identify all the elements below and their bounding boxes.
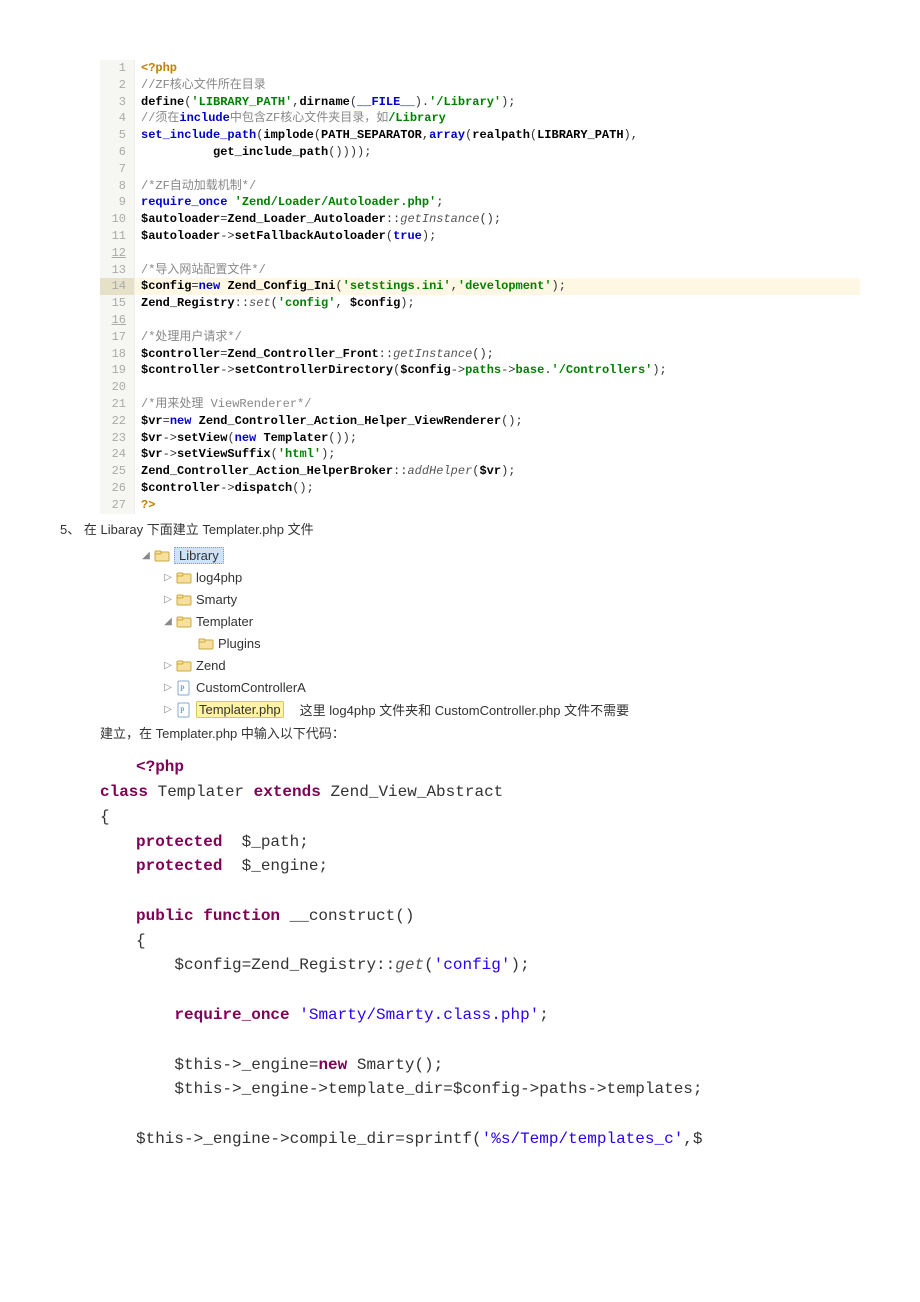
step-text: 在 Libaray 下面建立 Templater.php 文件 [84,522,314,537]
php-file-icon: P [176,701,192,718]
after-tree-text: 建立，在 Templater.php 中输入以下代码： [100,724,860,745]
tree-label: Smarty [196,592,237,607]
php-code-block-1: 1<?php2//ZF核心文件所在目录3define('LIBRARY_PATH… [100,60,860,514]
chevron-icon: ◢ [140,550,152,561]
tree-item[interactable]: Plugins [140,632,860,654]
tree-label: Library [174,547,224,564]
folder-icon [176,570,192,586]
tree-label: log4php [196,570,242,585]
tree-item[interactable]: ▷ log4php [140,566,860,588]
chevron-icon: ▷ [162,682,174,693]
folder-icon [176,592,192,608]
tree-label: Plugins [218,636,261,651]
tree-item[interactable]: ▷ Smarty [140,588,860,610]
chevron-icon: ▷ [162,594,174,605]
php-file-icon: P [176,679,192,696]
chevron-icon: ▷ [162,704,174,715]
chevron-icon: ◢ [162,616,174,627]
tree-item[interactable]: ◢ Templater [140,610,860,632]
tree-item[interactable]: ◢ Library [140,544,860,566]
tree-label: Zend [196,658,226,673]
step-5-heading: 5、 在 Libaray 下面建立 Templater.php 文件 [60,520,860,541]
step-prefix: 5、 [60,522,80,537]
folder-icon [176,658,192,674]
tree-item[interactable]: ▷ P CustomControllerA [140,676,860,698]
project-tree: ◢Library▷log4php▷Smarty◢TemplaterPlugins… [140,544,860,720]
svg-text:P: P [180,706,185,715]
folder-icon [198,636,214,652]
tree-label: Templater.php [196,701,284,718]
chevron-icon: ▷ [162,660,174,671]
chevron-icon: ▷ [162,572,174,583]
tree-item[interactable]: ▷ P Templater.php 这里 log4php 文件夹和 CustomCon… [140,698,860,720]
tree-item[interactable]: ▷ Zend [140,654,860,676]
folder-icon [176,614,192,630]
php-code-block-2: <?phpclass Templater extends Zend_View_A… [100,755,860,1152]
svg-text:P: P [180,684,185,693]
tree-label: Templater [196,614,253,629]
tree-label: CustomControllerA [196,680,306,695]
tree-trailing-text: 这里 log4php 文件夹和 CustomController.php 文件不… [300,700,629,719]
folder-icon [154,548,170,564]
